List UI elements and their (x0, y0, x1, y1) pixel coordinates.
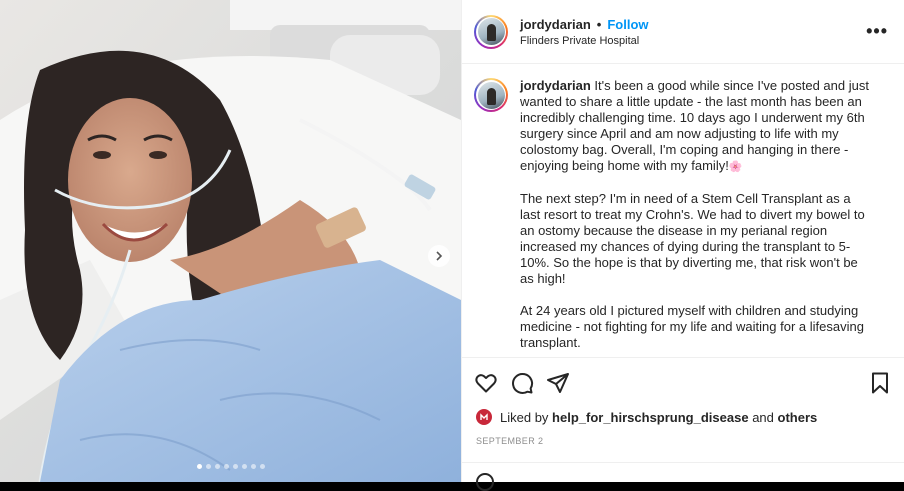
liker-avatar[interactable] (476, 409, 492, 425)
instagram-post-window: jordydarian • Follow Flinders Private Ho… (0, 0, 904, 491)
others-link[interactable]: others (778, 410, 818, 425)
separator-dot: • (596, 16, 602, 32)
chevron-right-icon (436, 251, 443, 261)
caption-section: jordydarian It's been a good while since… (462, 64, 904, 358)
liker-username[interactable]: help_for_hirschsprung_disease (552, 410, 749, 425)
hospital-selfie-image (0, 0, 461, 482)
carousel-dot (250, 464, 256, 469)
bookmark-icon[interactable] (868, 371, 892, 395)
action-bar (474, 370, 892, 396)
caption-paragraph: At 24 years old I pictured myself with c… (520, 303, 864, 350)
carousel-dot (259, 464, 265, 469)
post-header: jordydarian • Follow Flinders Private Ho… (462, 0, 904, 64)
post-sidebar: jordydarian • Follow Flinders Private Ho… (461, 0, 904, 491)
more-options-icon[interactable]: ••• (862, 21, 892, 42)
comment-icon[interactable] (510, 371, 534, 395)
carousel-dot (196, 464, 202, 469)
location-link[interactable]: Flinders Private Hospital (520, 35, 862, 47)
carousel-next-button[interactable] (428, 245, 450, 267)
story-avatar[interactable] (474, 14, 508, 49)
caption-username[interactable]: jordydarian (520, 78, 591, 93)
profile-picture (477, 18, 505, 45)
likes-conjunction: and (752, 409, 774, 425)
liker-logo-icon (480, 413, 488, 420)
post-photo[interactable] (0, 0, 461, 482)
emoji-icon[interactable] (476, 473, 494, 491)
profile-picture (477, 81, 505, 109)
heart-icon[interactable] (474, 371, 498, 395)
follow-button[interactable]: Follow (607, 17, 648, 32)
caption-paragraph: The next step? I'm in need of a Stem Cel… (520, 191, 865, 286)
likes-summary: Liked by help_for_hirschsprung_disease a… (476, 409, 817, 425)
carousel-indicator (0, 464, 461, 469)
post-date[interactable]: SEPTEMBER 2 (476, 436, 543, 446)
carousel-dot (232, 464, 238, 469)
header-username[interactable]: jordydarian (520, 17, 591, 32)
carousel-dot (214, 464, 220, 469)
caption-text: jordydarian It's been a good while since… (520, 78, 870, 357)
add-comment-bar (462, 462, 904, 491)
carousel-dot (241, 464, 247, 469)
send-icon[interactable] (546, 371, 570, 395)
flower-emoji: 🌸 (728, 161, 743, 173)
liked-by-label: Liked by (500, 409, 549, 425)
caption-avatar[interactable] (474, 78, 508, 112)
carousel-dot (205, 464, 211, 469)
carousel-dot (223, 464, 229, 469)
